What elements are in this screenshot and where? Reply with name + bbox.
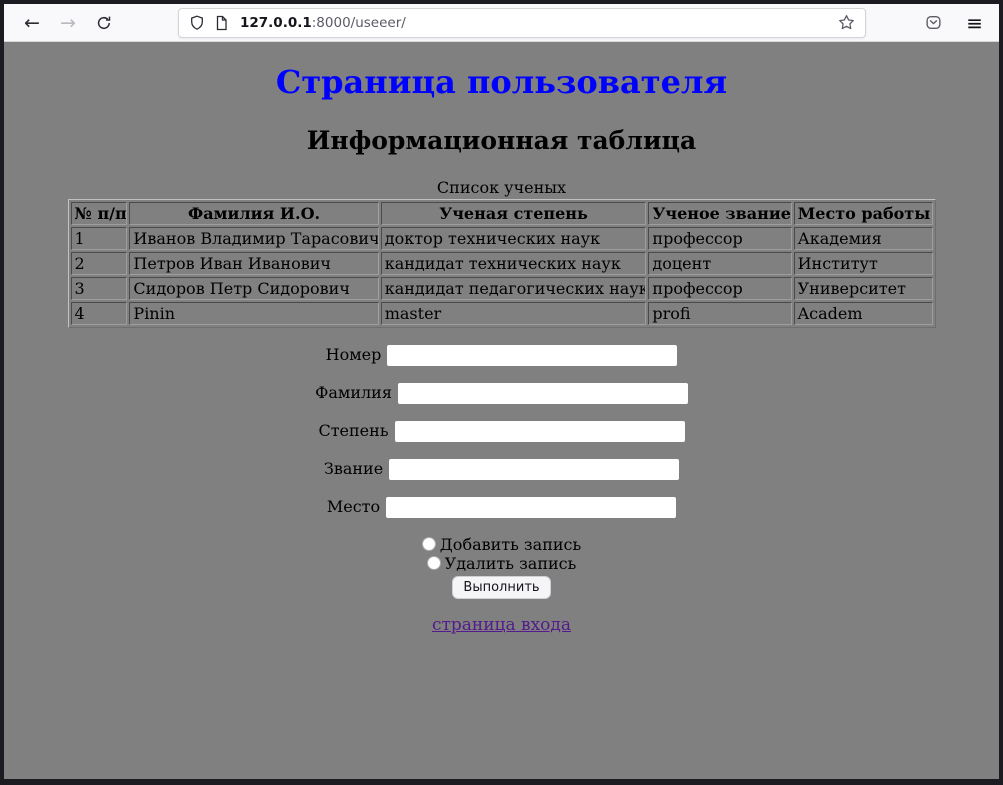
table-row: 4 Pinin master profi Academ [71,302,933,325]
table-cell: master [381,302,647,325]
header-rank: Ученое звание [648,202,791,225]
pocket-icon[interactable] [925,14,942,31]
table-cell: 1 [71,227,128,250]
url-host: 127.0.0.1 [240,15,312,31]
table-row: 1 Иванов Владимир Тарасович доктор техни… [71,227,933,250]
table-cell: Университет [794,277,933,300]
table-cell: профессор [648,227,791,250]
form-row-number: Номер [4,345,999,366]
table-cell: 4 [71,302,128,325]
table-row: 2 Петров Иван Иванович кандидат техничес… [71,252,933,275]
header-workplace: Место работы [794,202,933,225]
surname-label: Фамилия [315,383,392,402]
page-icon[interactable] [214,15,229,31]
table-cell: Академия [794,227,933,250]
page-viewport: Страница пользователя Информационная таб… [4,42,999,779]
add-record-label: Добавить запись [440,535,581,554]
record-form: Номер Фамилия Степень Звание Место Добав… [4,345,999,599]
header-surname: Фамилия И.О. [129,202,378,225]
table-row: 3 Сидоров Петр Сидорович кандидат педаго… [71,277,933,300]
reload-icon[interactable] [90,9,118,37]
forward-icon[interactable]: → [54,9,82,37]
add-record-radio[interactable] [422,537,436,551]
url-path: :8000/useeer/ [312,15,406,31]
table-cell: профессор [648,277,791,300]
header-degree: Ученая степень [381,202,647,225]
degree-input[interactable] [395,421,685,442]
header-number: № п/п [71,202,128,225]
form-row-rank: Звание [4,459,999,480]
radio-row-delete: Удалить запись [4,554,999,573]
url-text[interactable]: 127.0.0.1:8000/useeer/ [240,15,406,31]
page-title: Страница пользователя [4,64,999,101]
table-caption: Список ученых [68,178,936,199]
degree-label: Степень [318,421,388,440]
browser-toolbar: ← → 127.0.0.1:8000/useeer/ [4,4,999,42]
form-row-surname: Фамилия [4,383,999,404]
place-input[interactable] [386,497,676,518]
footer-link-row: страница входа [4,615,999,635]
delete-record-label: Удалить запись [445,554,577,573]
rank-input[interactable] [389,459,679,480]
table-cell: Петров Иван Иванович [129,252,378,275]
table-cell: Academ [794,302,933,325]
shield-icon[interactable] [189,15,205,31]
table-cell: кандидат педагогических наук [381,277,647,300]
table-cell: Pinin [129,302,378,325]
table-cell: 3 [71,277,128,300]
table-cell: доктор технических наук [381,227,647,250]
bookmark-star-icon[interactable] [838,14,855,31]
menu-icon[interactable]: ≡ [966,13,983,33]
form-row-degree: Степень [4,421,999,442]
scientists-table: Список ученых № п/п Фамилия И.О. Ученая … [68,178,936,328]
toolbar-right-icons: ≡ [925,13,983,33]
table-header-row: № п/п Фамилия И.О. Ученая степень Ученое… [71,202,933,225]
button-row: Выполнить [4,576,999,599]
radio-row-add: Добавить запись [4,535,999,554]
place-label: Место [327,497,380,516]
table-cell: profi [648,302,791,325]
url-bar[interactable]: 127.0.0.1:8000/useeer/ [178,8,866,38]
form-row-place: Место [4,497,999,518]
back-icon[interactable]: ← [18,9,46,37]
table-cell: Институт [794,252,933,275]
number-label: Номер [326,345,382,364]
table-cell: доцент [648,252,791,275]
login-page-link[interactable]: страница входа [432,615,571,635]
table-cell: Иванов Владимир Тарасович [129,227,378,250]
table-cell: кандидат технических наук [381,252,647,275]
page-subtitle: Информационная таблица [4,127,999,156]
table-cell: 2 [71,252,128,275]
table-cell: Сидоров Петр Сидорович [129,277,378,300]
delete-record-radio[interactable] [427,556,441,570]
execute-button[interactable]: Выполнить [452,576,550,599]
number-input[interactable] [387,345,677,366]
surname-input[interactable] [398,383,688,404]
rank-label: Звание [324,459,383,478]
